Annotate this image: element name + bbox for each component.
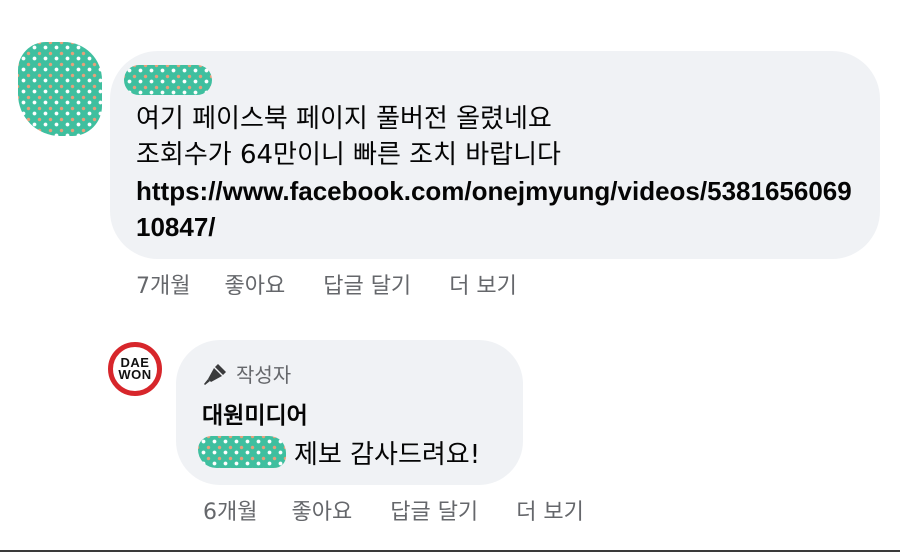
- daewon-logo-avatar[interactable]: DAE WON: [108, 342, 162, 396]
- like-button[interactable]: 좋아요: [291, 494, 352, 526]
- logo-inner: DAE WON: [117, 351, 153, 387]
- like-button[interactable]: 좋아요: [224, 268, 285, 300]
- author-badge: 작성자: [202, 359, 291, 388]
- commenter-avatar-redacted[interactable]: [18, 42, 102, 136]
- reply-text-line: 제보 감사드려요!: [198, 433, 480, 471]
- more-button[interactable]: 더 보기: [449, 268, 517, 300]
- mention-redacted[interactable]: [198, 436, 286, 468]
- comment-text: 여기 페이스북 페이지 풀버전 올렸네요 조회수가 64만이니 빠른 조치 바랍…: [136, 104, 561, 170]
- microphone-icon: [204, 363, 226, 385]
- reply-actions: 6개월 좋아요 답글 달기 더 보기: [203, 494, 622, 526]
- reply-button[interactable]: 답글 달기: [390, 494, 478, 526]
- author-badge-label: 작성자: [236, 363, 292, 387]
- reply-button[interactable]: 답글 달기: [323, 268, 411, 300]
- reply-text: 제보 감사드려요!: [294, 439, 481, 470]
- reply-author-name[interactable]: 대원미디어: [202, 396, 308, 430]
- reply-timestamp[interactable]: 6개월: [203, 494, 257, 526]
- comment-actions: 7개월 좋아요 답글 달기 더 보기: [136, 268, 555, 300]
- comment-timestamp[interactable]: 7개월: [136, 268, 190, 300]
- logo-text-line2: WON: [118, 367, 152, 382]
- commenter-name-redacted[interactable]: [124, 65, 212, 95]
- more-button[interactable]: 더 보기: [516, 494, 584, 526]
- reply-bubble: 작성자 대원미디어 제보 감사드려요!: [176, 340, 523, 485]
- comment-bubble: 여기 페이스북 페이지 풀버전 올렸네요 조회수가 64만이니 빠른 조치 바랍…: [110, 51, 880, 259]
- comment-link[interactable]: https://www.facebook.com/onejmyung/video…: [136, 173, 860, 245]
